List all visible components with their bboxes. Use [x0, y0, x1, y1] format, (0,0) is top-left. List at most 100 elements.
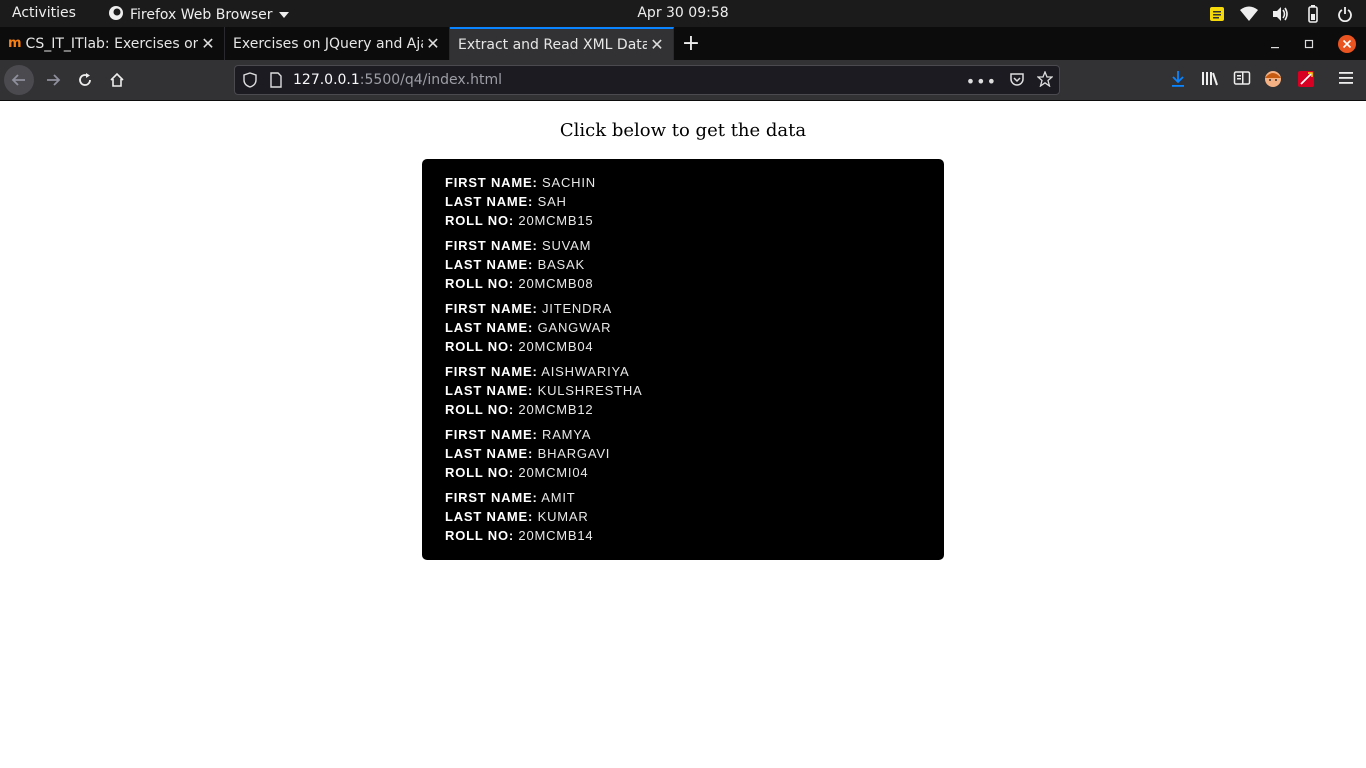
reload-icon: [79, 73, 91, 86]
close-tab-icon[interactable]: ✕: [198, 34, 218, 54]
last-name-label: LAST NAME:: [445, 320, 534, 335]
roll-no-line: ROLL NO: 20MCMB12: [445, 400, 921, 419]
roll-no-value: 20MCMB08: [518, 276, 594, 291]
app-menu[interactable]: Firefox Web Browser: [108, 5, 289, 25]
close-tab-icon[interactable]: ✕: [647, 35, 667, 55]
navigation-toolbar: 127.0.0.1:5500/q4/index.html •••: [0, 60, 1366, 101]
first-name-label: FIRST NAME:: [445, 301, 538, 316]
tab-title: CS_IT_ITlab: Exercises on: [25, 35, 198, 52]
roll-no-value: 20MCMB12: [518, 402, 594, 417]
caret-down-icon: [278, 7, 289, 23]
new-tab-button[interactable]: +: [678, 30, 704, 56]
extension-avatar-button[interactable]: [1264, 70, 1282, 88]
roll-no-line: ROLL NO: 20MCMB08: [445, 274, 921, 293]
tracking-protection-icon[interactable]: [242, 72, 258, 92]
extension-red-icon: [1298, 71, 1314, 87]
roll-no-value: 20MCMI04: [518, 465, 589, 480]
first-name-label: FIRST NAME:: [445, 175, 538, 190]
app-menu-label: Firefox Web Browser: [130, 7, 273, 23]
first-name-line: FIRST NAME: JITENDRA: [445, 299, 921, 318]
notes-icon[interactable]: [1208, 5, 1226, 23]
reload-button[interactable]: [70, 65, 100, 95]
first-name-value: AMIT: [541, 490, 576, 505]
extension-avatar-icon: [1265, 71, 1281, 87]
home-icon: [110, 72, 124, 87]
last-name-line: LAST NAME: KUMAR: [445, 507, 921, 526]
first-name-label: FIRST NAME:: [445, 238, 538, 253]
roll-no-line: ROLL NO: 20MCMB15: [445, 211, 921, 230]
back-button[interactable]: [4, 65, 34, 95]
hamburger-menu-icon: [1339, 72, 1353, 84]
pocket-icon[interactable]: [1009, 71, 1025, 91]
last-name-label: LAST NAME:: [445, 257, 534, 272]
last-name-value: KULSHRESTHA: [537, 383, 643, 398]
bookmark-star-icon[interactable]: [1036, 70, 1054, 91]
last-name-label: LAST NAME:: [445, 194, 534, 209]
tab-cs-it-itlab[interactable]: m CS_IT_ITlab: Exercises on ✕: [0, 27, 225, 60]
url-text[interactable]: 127.0.0.1:5500/q4/index.html: [293, 72, 502, 88]
first-name-value: JITENDRA: [542, 301, 612, 316]
maximize-button[interactable]: [1304, 27, 1324, 60]
downloads-button[interactable]: [1170, 70, 1186, 88]
tab-extract-xml[interactable]: Extract and Read XML Data ✕: [450, 27, 674, 60]
first-name-label: FIRST NAME:: [445, 364, 538, 379]
record-item: FIRST NAME: JITENDRA LAST NAME: GANGWAR RO…: [445, 299, 921, 356]
last-name-line: LAST NAME: SAH: [445, 192, 921, 211]
system-top-bar: Activities Firefox Web Browser Apr 30 09…: [0, 0, 1366, 27]
roll-no-label: ROLL NO:: [445, 402, 514, 417]
last-name-label: LAST NAME:: [445, 383, 534, 398]
close-window-button[interactable]: [1337, 27, 1359, 60]
page-info-icon[interactable]: [269, 72, 283, 92]
last-name-label: LAST NAME:: [445, 446, 534, 461]
tab-title: Exercises on JQuery and Aja: [233, 35, 423, 52]
first-name-label: FIRST NAME:: [445, 427, 538, 442]
roll-no-label: ROLL NO:: [445, 339, 514, 354]
page-actions-icon[interactable]: •••: [966, 72, 997, 91]
extension-button[interactable]: [1297, 70, 1315, 88]
tab-exercises-jquery[interactable]: Exercises on JQuery and Aja ✕: [225, 27, 450, 60]
activities-button[interactable]: Activities: [12, 5, 76, 21]
last-name-line: LAST NAME: KULSHRESTHA: [445, 381, 921, 400]
roll-no-label: ROLL NO:: [445, 213, 514, 228]
record-item: FIRST NAME: RAMYA LAST NAME: BHARGAVI ROLL…: [445, 425, 921, 482]
volume-icon[interactable]: [1272, 5, 1290, 23]
last-name-line: LAST NAME: BASAK: [445, 255, 921, 274]
first-name-line: FIRST NAME: SACHIN: [445, 173, 921, 192]
minimize-button[interactable]: [1270, 27, 1290, 60]
last-name-value: BASAK: [537, 257, 585, 272]
library-button[interactable]: [1201, 70, 1219, 86]
forward-button[interactable]: [38, 65, 68, 95]
roll-no-line: ROLL NO: 20MCMB14: [445, 526, 921, 545]
clock[interactable]: Apr 30 09:58: [637, 5, 728, 21]
home-button[interactable]: [102, 65, 132, 95]
last-name-line: LAST NAME: BHARGAVI: [445, 444, 921, 463]
address-bar[interactable]: 127.0.0.1:5500/q4/index.html •••: [234, 65, 1060, 95]
last-name-value: SAH: [537, 194, 567, 209]
first-name-value: RAMYA: [542, 427, 592, 442]
system-tray[interactable]: [1208, 4, 1354, 23]
first-name-value: SACHIN: [542, 175, 596, 190]
sidebar-toggle-button[interactable]: [1233, 70, 1251, 86]
record-item: FIRST NAME: SUVAM LAST NAME: BASAK ROLL NO…: [445, 236, 921, 293]
roll-no-label: ROLL NO:: [445, 276, 514, 291]
roll-no-line: ROLL NO: 20MCMI04: [445, 463, 921, 482]
wifi-icon[interactable]: [1240, 5, 1258, 23]
page-heading: Click below to get the data: [559, 120, 807, 141]
open-menu-button[interactable]: [1338, 70, 1354, 86]
last-name-value: KUMAR: [537, 509, 589, 524]
first-name-line: FIRST NAME: SUVAM: [445, 236, 921, 255]
roll-no-value: 20MCMB04: [518, 339, 594, 354]
moodle-icon: m: [8, 36, 22, 51]
record-item: FIRST NAME: AMIT LAST NAME: KUMAR ROLL NO:…: [445, 488, 921, 545]
tab-title: Extract and Read XML Data: [458, 36, 647, 53]
arrow-right-icon: [47, 74, 61, 86]
roll-no-value: 20MCMB14: [518, 528, 594, 543]
first-name-line: FIRST NAME: RAMYA: [445, 425, 921, 444]
battery-icon[interactable]: [1304, 4, 1322, 23]
last-name-value: GANGWAR: [537, 320, 612, 335]
roll-no-label: ROLL NO:: [445, 528, 514, 543]
power-menu-icon[interactable]: [1336, 5, 1354, 23]
close-tab-icon[interactable]: ✕: [423, 34, 443, 54]
minimize-icon: [1271, 46, 1279, 48]
firefox-icon: [108, 5, 124, 25]
